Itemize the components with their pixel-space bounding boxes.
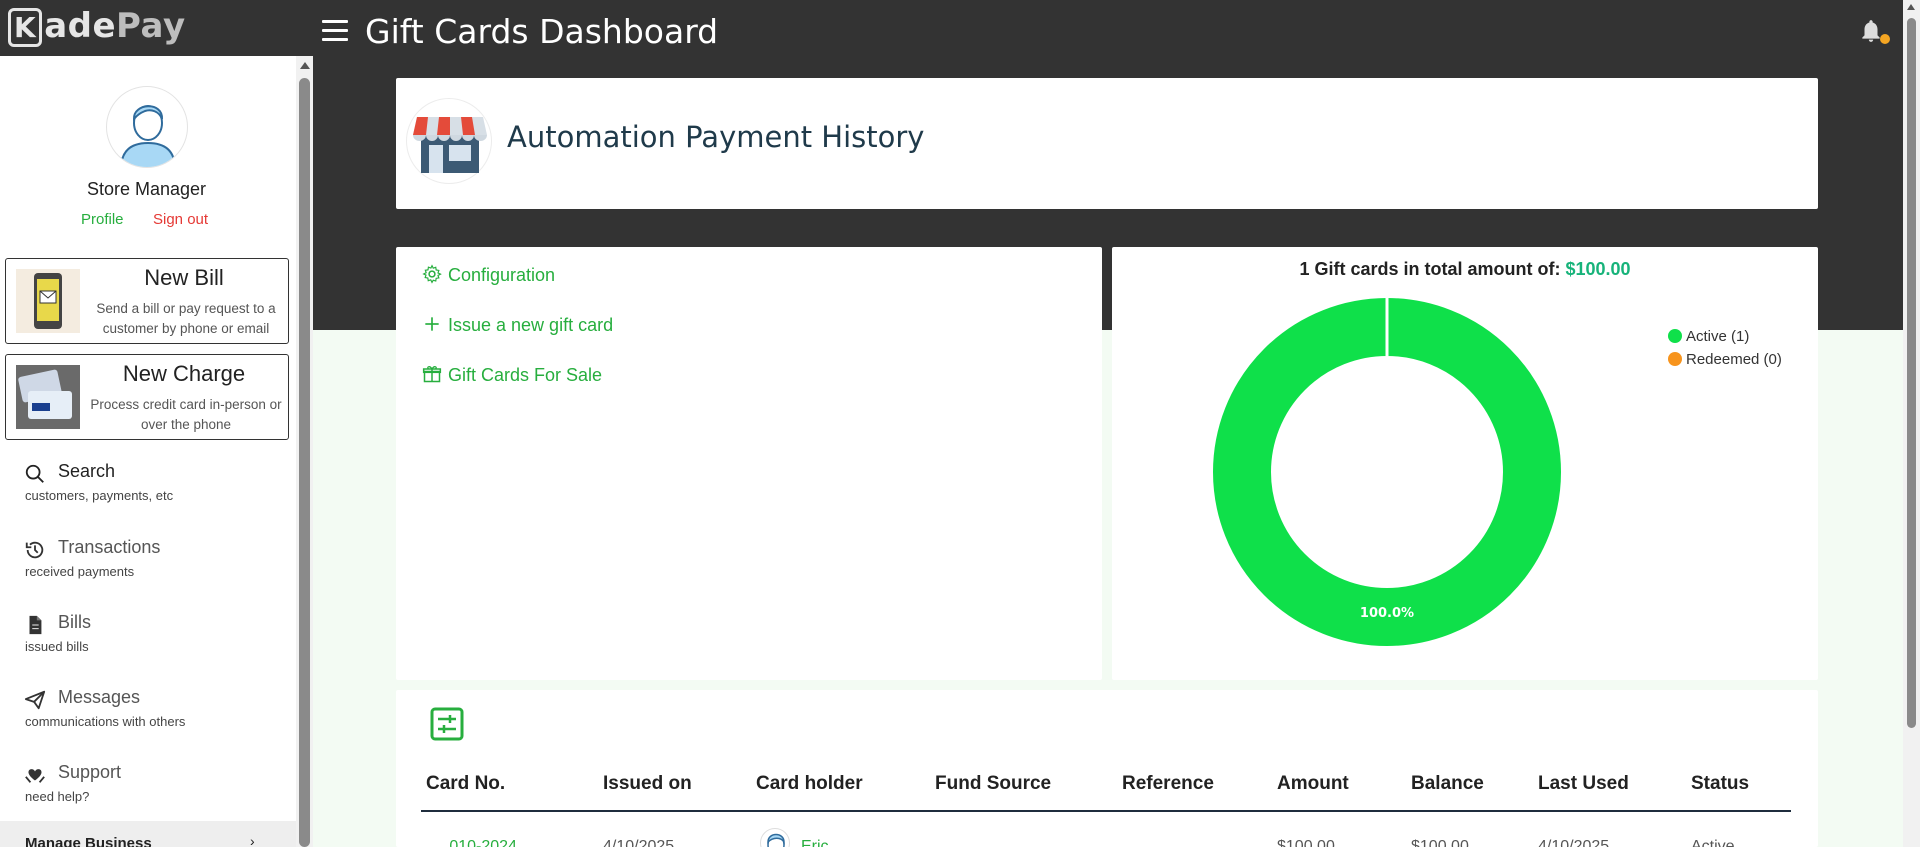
column-header-reference[interactable]: Reference xyxy=(1122,773,1214,795)
column-header-amount[interactable]: Amount xyxy=(1277,773,1349,795)
table-cell-card-holder[interactable]: Eric xyxy=(801,838,829,847)
sidebar-item-label: Bills xyxy=(58,612,92,632)
actions-card: Configuration Issue a new gift card Gift… xyxy=(396,247,1102,680)
notification-badge xyxy=(1880,34,1890,44)
table-cell-balance: $100.00 xyxy=(1411,838,1469,847)
new-bill-title: New Bill xyxy=(144,265,224,290)
new-charge-button[interactable]: New Charge Process credit card in-person… xyxy=(5,354,289,440)
legend-item-redeemed[interactable]: Redeemed (0) xyxy=(1668,348,1782,371)
configuration-link[interactable]: Configuration xyxy=(422,264,555,286)
sidebar-item-transactions[interactable]: Transactions received payments xyxy=(20,537,290,581)
sidebar-item-sub: communications with others xyxy=(25,714,186,729)
sidebar-item-bills[interactable]: Bills issued bills xyxy=(20,612,290,656)
column-header-fund-source[interactable]: Fund Source xyxy=(935,773,1051,795)
new-bill-button[interactable]: New Bill Send a bill or pay request to a… xyxy=(5,258,289,344)
issue-gift-card-label: Issue a new gift card xyxy=(448,315,614,335)
kadepay-logo[interactable]: KadePay xyxy=(8,6,186,47)
sidebar-item-sub: received payments xyxy=(25,564,135,579)
gift-cards-for-sale-label: Gift Cards For Sale xyxy=(448,365,603,385)
send-icon xyxy=(24,690,46,710)
sidebar-item-label: Search xyxy=(58,461,116,481)
sidebar-item-support[interactable]: Support need help? xyxy=(20,762,290,806)
sidebar: Store Manager Profile Sign out New Bill … xyxy=(0,56,313,847)
column-header-last-used[interactable]: Last Used xyxy=(1538,773,1629,795)
user-avatar-icon xyxy=(120,105,176,167)
page-title: Gift Cards Dashboard xyxy=(365,12,719,51)
card-holder-avatar xyxy=(760,828,790,847)
history-icon xyxy=(25,541,44,559)
legend-label: Active (1) xyxy=(1686,328,1750,345)
column-header-card-holder[interactable]: Card holder xyxy=(756,773,863,795)
table-header-divider xyxy=(421,810,1791,812)
gear-icon xyxy=(422,264,442,284)
sidebar-item-messages[interactable]: Messages communications with others xyxy=(20,687,290,731)
new-bill-description: Send a bill or pay request to a customer… xyxy=(96,301,276,336)
top-bar: KadePay Gift Cards Dashboard xyxy=(0,0,1920,64)
store-icon xyxy=(406,98,492,184)
table-cell-issued-on: 4/10/2025 xyxy=(603,838,675,847)
credit-cards-icon xyxy=(16,365,80,429)
filter-settings-icon[interactable] xyxy=(430,707,464,741)
section-title: Automation Payment History xyxy=(507,120,925,154)
sidebar-item-label: Support xyxy=(58,762,122,782)
gift-cards-for-sale-link[interactable]: Gift Cards For Sale xyxy=(422,364,602,386)
search-icon xyxy=(25,464,44,483)
donut-data-label: 100.0% xyxy=(1360,606,1414,621)
sidebar-item-label: Messages xyxy=(58,687,141,707)
legend-swatch xyxy=(1668,352,1682,366)
table-cell-card-no[interactable]: ...010-2024 xyxy=(436,838,517,847)
sign-out-link[interactable]: Sign out xyxy=(153,211,208,228)
configuration-label: Configuration xyxy=(448,265,556,285)
plus-icon xyxy=(425,317,439,331)
chevron-right-icon: › xyxy=(250,833,255,847)
sidebar-item-sub: need help? xyxy=(25,789,90,804)
profile-link[interactable]: Profile xyxy=(81,211,124,228)
hamburger-menu-icon[interactable] xyxy=(322,20,348,42)
table-cell-status: Active xyxy=(1691,838,1735,847)
donut-slice-active[interactable] xyxy=(1213,298,1561,646)
sidebar-item-sub: issued bills xyxy=(25,639,89,654)
legend-swatch xyxy=(1668,329,1682,343)
column-header-status[interactable]: Status xyxy=(1691,773,1749,795)
header-card: Automation Payment History xyxy=(396,78,1818,209)
total-amount: $100.00 xyxy=(1565,259,1631,279)
column-header-card-no[interactable]: Card No. xyxy=(426,773,505,795)
sidebar-item-label: Transactions xyxy=(58,537,161,557)
sidebar-scrollbar[interactable] xyxy=(296,56,313,847)
gift-icon xyxy=(422,366,442,383)
phone-bill-icon xyxy=(16,269,80,333)
sidebar-item-manage-business[interactable]: Manage Business › xyxy=(0,821,296,847)
sidebar-item-label: Manage Business xyxy=(25,835,152,847)
table-cell-last-used: 4/10/2025 xyxy=(1538,838,1610,847)
donut-chart[interactable]: 100.0% xyxy=(1212,297,1562,647)
column-header-issued-on[interactable]: Issued on xyxy=(603,773,692,795)
sidebar-item-sub: customers, payments, etc xyxy=(25,488,174,503)
document-icon xyxy=(29,615,42,635)
table-cell-amount: $100.00 xyxy=(1277,838,1335,847)
new-charge-description: Process credit card in-person or over th… xyxy=(90,397,282,432)
issue-gift-card-link[interactable]: Issue a new gift card xyxy=(422,314,613,336)
column-header-balance[interactable]: Balance xyxy=(1411,773,1484,795)
sidebar-item-search[interactable]: Search customers, payments, etc xyxy=(20,461,290,505)
gift-cards-table-card: Card No. Issued on Card holder Fund Sour… xyxy=(396,690,1818,847)
legend-item-active[interactable]: Active (1) xyxy=(1668,325,1782,348)
legend-label: Redeemed (0) xyxy=(1686,351,1782,368)
chart-title: 1 Gift cards in total amount of: $100.00 xyxy=(1299,259,1631,279)
support-icon xyxy=(25,769,45,783)
page-scrollbar[interactable] xyxy=(1903,0,1920,847)
chart-legend: Active (1) Redeemed (0) xyxy=(1668,325,1782,371)
new-charge-title: New Charge xyxy=(122,361,246,386)
avatar[interactable] xyxy=(106,86,188,168)
user-name: Store Manager xyxy=(86,179,207,199)
gift-cards-chart-card: 1 Gift cards in total amount of: $100.00… xyxy=(1112,247,1818,680)
